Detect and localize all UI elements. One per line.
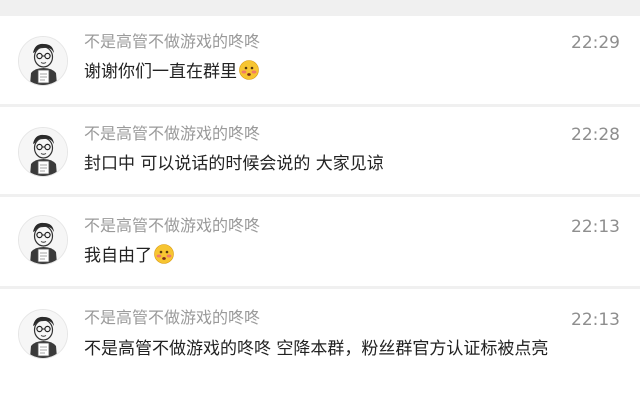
message-item[interactable]: 不是高管不做游戏的咚咚 22:13 我自由了	[0, 197, 640, 286]
sender-name: 不是高管不做游戏的咚咚	[84, 32, 261, 51]
sender-name: 不是高管不做游戏的咚咚	[84, 308, 261, 327]
message-text: 我自由了	[84, 243, 624, 269]
message-text: 封口中 可以说话的时候会说的 大家见谅	[84, 151, 624, 177]
avatar-sketch-icon	[19, 216, 67, 264]
group-message-list: 不是高管不做游戏的咚咚 22:29 谢谢你们一直在群里 不是高管不做游戏的咚咚 …	[0, 0, 640, 408]
sender-avatar[interactable]	[18, 215, 68, 265]
message-text-content: 封口中 可以说话的时候会说的 大家见谅	[84, 154, 384, 174]
avatar-sketch-icon	[19, 310, 67, 358]
message-text-content: 我自由了	[84, 246, 152, 266]
message-text: 谢谢你们一直在群里	[84, 59, 624, 85]
sender-avatar[interactable]	[18, 36, 68, 86]
avatar-sketch-icon	[19, 128, 67, 176]
sender-avatar[interactable]	[18, 309, 68, 359]
message-item[interactable]: 不是高管不做游戏的咚咚 22:28 封口中 可以说话的时候会说的 大家见谅	[0, 107, 640, 194]
message-time: 22:28	[571, 125, 620, 145]
message-item[interactable]: 不是高管不做游戏的咚咚 22:13 不是高管不做游戏的咚咚 空降本群，粉丝群官方…	[0, 289, 640, 408]
message-text-content: 不是高管不做游戏的咚咚 空降本群，粉丝群官方认证标被点亮	[84, 339, 549, 359]
message-time: 22:13	[571, 310, 620, 330]
sender-name: 不是高管不做游戏的咚咚	[84, 216, 261, 235]
avatar-sketch-icon	[19, 37, 67, 85]
blushing-face-emoji-icon	[154, 244, 174, 264]
message-text: 不是高管不做游戏的咚咚 空降本群，粉丝群官方认证标被点亮	[84, 336, 620, 362]
message-time: 22:29	[571, 33, 620, 53]
blushing-face-emoji-icon	[239, 60, 259, 80]
message-time: 22:13	[571, 217, 620, 237]
message-text-content: 谢谢你们一直在群里	[84, 62, 237, 82]
sender-name: 不是高管不做游戏的咚咚	[84, 124, 261, 143]
sender-avatar[interactable]	[18, 127, 68, 177]
message-item[interactable]: 不是高管不做游戏的咚咚 22:29 谢谢你们一直在群里	[0, 16, 640, 104]
